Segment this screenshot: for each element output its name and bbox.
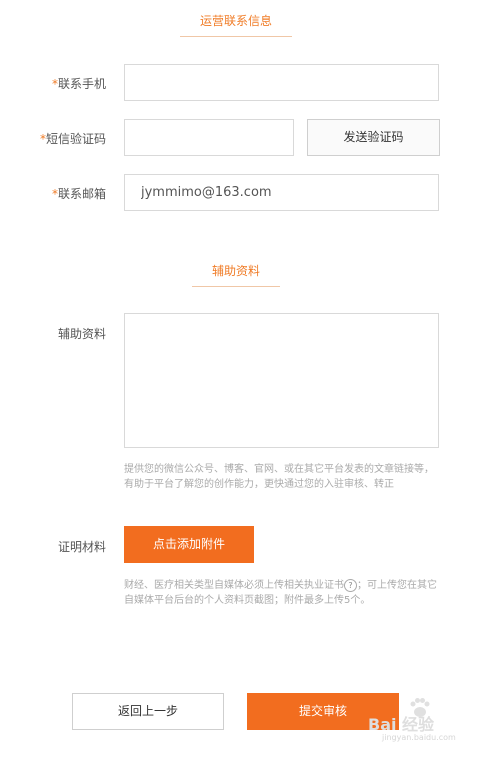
proof-hint-part1: 财经、医疗相关类型自媒体必须上传相关执业证书 <box>124 580 344 591</box>
email-field-box <box>124 174 439 211</box>
sms-code-input[interactable] <box>125 120 293 155</box>
sms-label: *短信验证码 <box>24 130 106 147</box>
aux-hint: 提供您的微信公众号、博客、官网、或在其它平台发表的文章链接等，有助于平台了解您的… <box>124 464 434 490</box>
sms-field-box <box>124 119 294 156</box>
phone-label-text: 联系手机 <box>57 77 106 91</box>
proof-hint: 财经、医疗相关类型自媒体必须上传相关执业证书? ；可上传您在其它自媒体平台后台的个… <box>124 578 440 608</box>
send-code-button[interactable]: 发送验证码 <box>307 119 440 156</box>
back-button[interactable]: 返回上一步 <box>72 693 224 730</box>
section-title-aux: 辅助资料 <box>192 256 280 287</box>
baidu-watermark: Bai 经验 jingyan.baidu.com <box>368 698 480 743</box>
email-input[interactable] <box>125 175 438 210</box>
sms-label-text: 短信验证码 <box>45 132 106 146</box>
question-circle-icon[interactable]: ? <box>344 578 357 592</box>
section-title-ops: 运营联系信息 <box>180 6 292 37</box>
phone-field-box <box>124 64 439 101</box>
proof-label: 证明材料 <box>57 540 106 554</box>
watermark-logo-text: Bai 经验 <box>368 715 435 734</box>
phone-label: *联系手机 <box>30 75 106 92</box>
aux-label: 辅助资料 <box>57 327 106 341</box>
email-label: *联系邮箱 <box>30 185 106 202</box>
phone-input[interactable] <box>125 65 438 100</box>
add-attachment-button[interactable]: 点击添加附件 <box>124 526 254 563</box>
aux-textarea[interactable] <box>125 314 438 447</box>
watermark-url: jingyan.baidu.com <box>382 733 456 742</box>
aux-field-box <box>124 313 439 448</box>
email-label-text: 联系邮箱 <box>57 187 106 201</box>
